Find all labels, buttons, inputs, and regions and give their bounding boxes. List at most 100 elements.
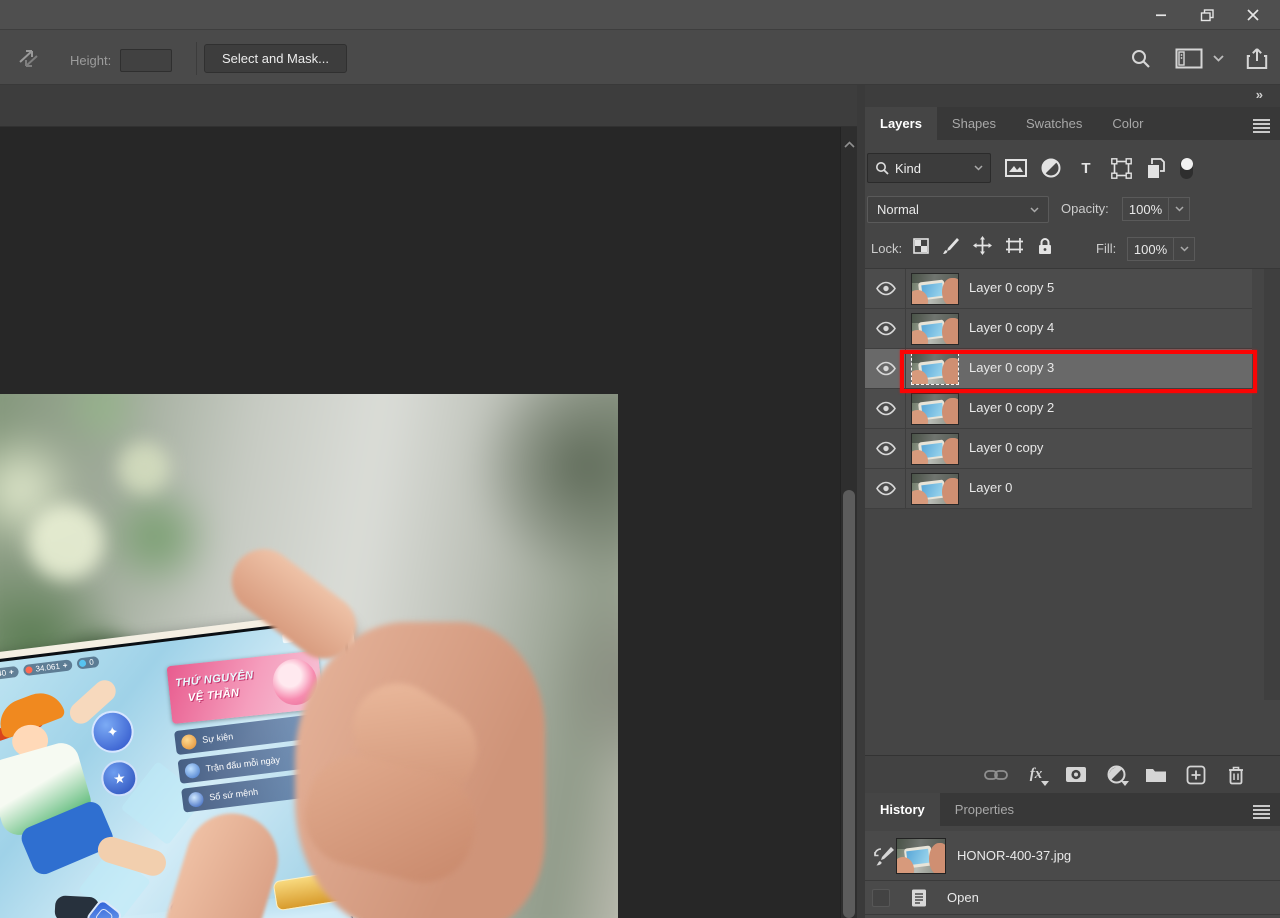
layer-row-selected[interactable]: Layer 0 copy 3: [865, 349, 1252, 389]
visibility-eye-icon[interactable]: [875, 361, 897, 381]
share-icon[interactable]: [1246, 47, 1268, 70]
panel-menu-icon[interactable]: [1253, 119, 1270, 133]
history-panel-body: HONOR-400-37.jpg Open Make Layer: [865, 831, 1280, 918]
layer-name[interactable]: Layer 0 copy: [969, 440, 1043, 455]
filter-type-layers-icon[interactable]: T: [1075, 157, 1097, 179]
filter-smart-objects-icon[interactable]: [1145, 157, 1167, 179]
layer-name[interactable]: Layer 0: [969, 480, 1012, 495]
new-group-folder-icon[interactable]: [1144, 763, 1168, 787]
lock-position-icon[interactable]: [973, 236, 992, 260]
right-panel: » Layers Shapes Swatches Color Kind: [865, 85, 1280, 918]
visibility-eye-icon[interactable]: [875, 481, 897, 501]
add-adjustment-layer-icon[interactable]: [1104, 763, 1128, 787]
compass-icon: [188, 791, 205, 808]
history-snapshot-row[interactable]: HONOR-400-37.jpg: [865, 831, 1280, 881]
tab-color[interactable]: Color: [1097, 107, 1158, 140]
layer-row[interactable]: Layer 0 copy 4: [865, 309, 1252, 349]
add-layer-mask-icon[interactable]: [1064, 763, 1088, 787]
height-input[interactable]: [120, 49, 172, 72]
panel-menu-icon[interactable]: [1253, 805, 1270, 819]
layer-name[interactable]: Layer 0 copy 3: [969, 360, 1054, 375]
restore-button[interactable]: [1184, 0, 1230, 30]
layer-row[interactable]: Layer 0 copy 5: [865, 269, 1252, 309]
scrollbar-thumb[interactable]: [843, 490, 855, 918]
opacity-chevron-icon[interactable]: [1169, 197, 1190, 221]
layers-list-scrollbar[interactable]: [1264, 269, 1280, 700]
layer-thumbnail[interactable]: [912, 434, 958, 464]
layer-name[interactable]: Layer 0 copy 4: [969, 320, 1054, 335]
visibility-eye-icon[interactable]: [875, 281, 897, 301]
collapse-panels-icon[interactable]: »: [1256, 87, 1264, 102]
fill-field: 100%: [1127, 237, 1195, 261]
scrollbar-up-arrow-icon[interactable]: [844, 135, 855, 153]
layer-thumbnail[interactable]: [912, 274, 958, 304]
tab-shapes[interactable]: Shapes: [937, 107, 1011, 140]
swap-dimensions-icon[interactable]: [16, 46, 42, 75]
link-layers-icon[interactable]: [984, 763, 1008, 787]
layer-effects-icon[interactable]: fx: [1024, 763, 1048, 787]
snapshot-thumbnail[interactable]: [897, 839, 945, 873]
lobby-round-button[interactable]: ★: [99, 758, 139, 798]
document-tab-strip: [0, 85, 857, 127]
layer-row[interactable]: Layer 0: [865, 469, 1252, 509]
lock-image-pixels-icon[interactable]: [942, 237, 960, 260]
layer-filter-kind-dropdown[interactable]: Kind: [867, 153, 991, 183]
layer-name[interactable]: Layer 0 copy 2: [969, 400, 1054, 415]
filter-pixel-layers-icon[interactable]: [1005, 157, 1027, 179]
lock-transparent-pixels-icon[interactable]: [913, 238, 929, 259]
canvas-photo[interactable]: 21.440 + 34.061 + 0: [0, 394, 618, 918]
snapshot-name[interactable]: HONOR-400-37.jpg: [957, 848, 1071, 863]
close-button[interactable]: [1230, 0, 1276, 30]
tab-layers[interactable]: Layers: [865, 107, 937, 140]
history-state-name[interactable]: Open: [947, 890, 979, 905]
fill-chevron-icon[interactable]: [1174, 237, 1195, 261]
layer-thumbnail[interactable]: [912, 354, 958, 384]
tab-history[interactable]: History: [865, 793, 940, 826]
bokeh-circle: [28, 504, 104, 580]
layer-thumbnail[interactable]: [912, 394, 958, 424]
filter-shape-layers-icon[interactable]: [1110, 157, 1132, 179]
history-state-row[interactable]: Open: [865, 881, 1280, 915]
tab-swatches[interactable]: Swatches: [1011, 107, 1097, 140]
layer-filter-icons: T: [1005, 157, 1193, 179]
lobby-round-button[interactable]: ✦: [89, 708, 136, 755]
plus-icon[interactable]: +: [62, 660, 68, 670]
currency-tickets: 0: [77, 655, 100, 669]
fill-value[interactable]: 100%: [1127, 237, 1174, 261]
layers-panel-footer: fx: [865, 755, 1280, 793]
visibility-eye-icon[interactable]: [875, 321, 897, 341]
delete-layer-trash-icon[interactable]: [1224, 763, 1248, 787]
filter-adjustment-layers-icon[interactable]: [1040, 157, 1062, 179]
visibility-eye-icon[interactable]: [875, 401, 897, 421]
new-layer-icon[interactable]: [1184, 763, 1208, 787]
lock-all-icon[interactable]: [1037, 237, 1053, 260]
opacity-field: 100%: [1122, 197, 1190, 221]
event-banner[interactable]: THỨ NGUYÊN VỆ THẦN: [167, 650, 324, 724]
plus-icon[interactable]: +: [8, 667, 14, 677]
layer-row[interactable]: Layer 0 copy: [865, 429, 1252, 469]
history-brush-source-well[interactable]: [872, 889, 890, 907]
search-icon[interactable]: [1130, 48, 1151, 69]
layer-thumbnail[interactable]: [912, 474, 958, 504]
filter-toggle-switch[interactable]: [1180, 158, 1193, 179]
layer-name[interactable]: Layer 0 copy 5: [969, 280, 1054, 295]
minimize-button[interactable]: [1138, 0, 1184, 30]
canvas-vertical-scrollbar[interactable]: [840, 127, 857, 918]
blend-mode-dropdown[interactable]: Normal: [867, 196, 1049, 223]
photoshop-window: Height: Select and Mask...: [0, 0, 1280, 918]
select-and-mask-button[interactable]: Select and Mask...: [204, 44, 347, 73]
chevron-down-icon[interactable]: [1213, 55, 1224, 62]
visibility-eye-icon[interactable]: [875, 441, 897, 461]
panel-gutter: [857, 85, 865, 918]
layer-thumbnail[interactable]: [912, 314, 958, 344]
lock-artboard-icon[interactable]: [1005, 237, 1024, 259]
canvas-workspace[interactable]: 21.440 + 34.061 + 0: [0, 85, 857, 918]
opacity-value[interactable]: 100%: [1122, 197, 1169, 221]
calendar-icon: [184, 762, 201, 779]
workspace-switcher-icon[interactable]: [1175, 48, 1203, 69]
chevron-down-icon: [1030, 207, 1039, 213]
history-brush-icon[interactable]: [873, 845, 895, 872]
tab-properties[interactable]: Properties: [940, 793, 1029, 826]
layers-tab-bar: Layers Shapes Swatches Color: [865, 107, 1280, 140]
layer-row[interactable]: Layer 0 copy 2: [865, 389, 1252, 429]
